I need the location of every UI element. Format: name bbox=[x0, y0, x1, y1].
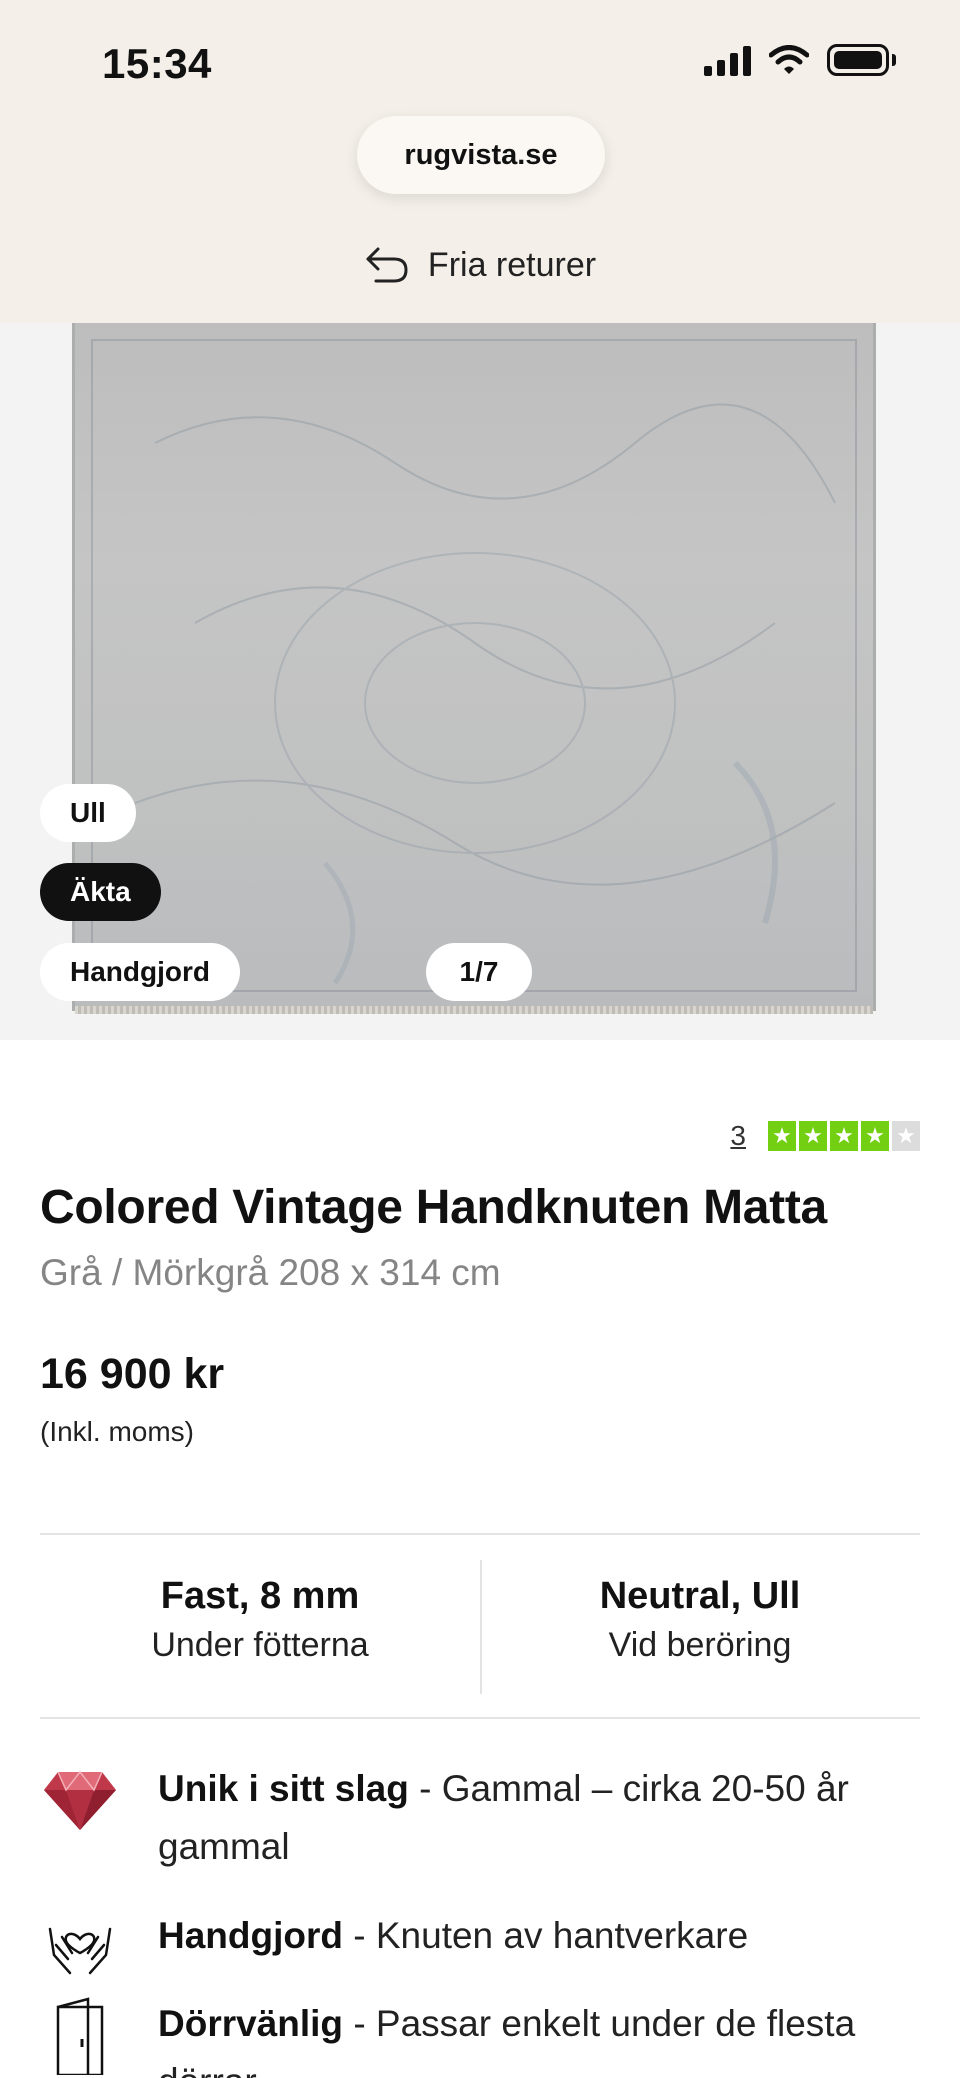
image-counter: 1/7 bbox=[426, 943, 532, 1001]
page-header: 15:34 rugvista.se Fria returer bbox=[0, 0, 960, 323]
star-empty-icon: ★ bbox=[892, 1121, 920, 1151]
product-variant: Grå / Mörkgrå 208 x 314 cm bbox=[40, 1252, 501, 1293]
return-arrow-icon bbox=[366, 247, 408, 283]
free-returns-text: Fria returer bbox=[427, 245, 597, 284]
star-rating: ★ ★ ★ ★ ★ bbox=[768, 1121, 920, 1151]
gem-icon bbox=[40, 1760, 120, 1840]
spec-title: Fast, 8 mm bbox=[160, 1575, 360, 1617]
status-time: 15:34 bbox=[102, 40, 212, 87]
product-image-gallery[interactable]: Ull Äkta Handgjord bbox=[0, 323, 960, 1040]
product-image[interactable] bbox=[72, 323, 876, 1014]
status-icons bbox=[704, 44, 896, 76]
product-price: 16 900 kr bbox=[40, 1350, 225, 1398]
spec-feel-underfoot: Fast, 8 mm Under fötterna bbox=[40, 1575, 480, 1665]
spec-feel-touch: Neutral, Ull Vid beröring bbox=[480, 1575, 920, 1665]
review-count-link[interactable]: 3 bbox=[730, 1120, 746, 1152]
star-icon: ★ bbox=[861, 1121, 889, 1151]
battery-icon bbox=[827, 44, 896, 76]
feature-text: Unik i sitt slag - Gammal – cirka 20-50 … bbox=[158, 1760, 878, 1876]
feature-text: Handgjord - Knuten av hantverkare bbox=[158, 1907, 878, 1965]
spec-subtitle: Vid beröring bbox=[608, 1626, 792, 1664]
spec-subtitle: Under fötterna bbox=[151, 1626, 369, 1664]
product-title: Colored Vintage Handknuten Matta bbox=[40, 1181, 827, 1234]
feature-door-friendly: Dörrvänlig - Passar enkelt under de fles… bbox=[40, 1995, 920, 2078]
divider bbox=[40, 1533, 920, 1535]
divider bbox=[40, 1717, 920, 1719]
free-returns-banner[interactable]: Fria returer bbox=[0, 245, 960, 285]
url-bar[interactable]: rugvista.se bbox=[357, 116, 605, 194]
product-rating[interactable]: 3 ★ ★ ★ ★ ★ bbox=[730, 1120, 920, 1152]
feature-title: Unik i sitt slag bbox=[158, 1768, 409, 1809]
tag-authentic: Äkta bbox=[40, 863, 161, 921]
spec-title: Neutral, Ull bbox=[599, 1575, 801, 1617]
price-vat-note: (Inkl. moms) bbox=[40, 1416, 194, 1447]
star-icon: ★ bbox=[830, 1121, 858, 1151]
feature-handmade: Handgjord - Knuten av hantverkare bbox=[40, 1907, 920, 1987]
feature-unique: Unik i sitt slag - Gammal – cirka 20-50 … bbox=[40, 1760, 920, 1876]
tag-handmade: Handgjord bbox=[40, 943, 240, 1001]
star-icon: ★ bbox=[799, 1121, 827, 1151]
cellular-signal-icon bbox=[704, 44, 751, 76]
rug-pattern bbox=[134, 403, 836, 985]
hands-heart-icon bbox=[40, 1907, 120, 1987]
wifi-icon bbox=[769, 45, 809, 74]
feature-title: Dörrvänlig bbox=[158, 2003, 344, 2044]
feature-title: Handgjord bbox=[158, 1915, 343, 1956]
door-icon bbox=[40, 1995, 120, 2075]
tag-wool: Ull bbox=[40, 784, 136, 842]
feature-text: Dörrvänlig - Passar enkelt under de fles… bbox=[158, 1995, 878, 2078]
star-icon: ★ bbox=[768, 1121, 796, 1151]
feature-description: - Knuten av hantverkare bbox=[342, 1915, 749, 1956]
